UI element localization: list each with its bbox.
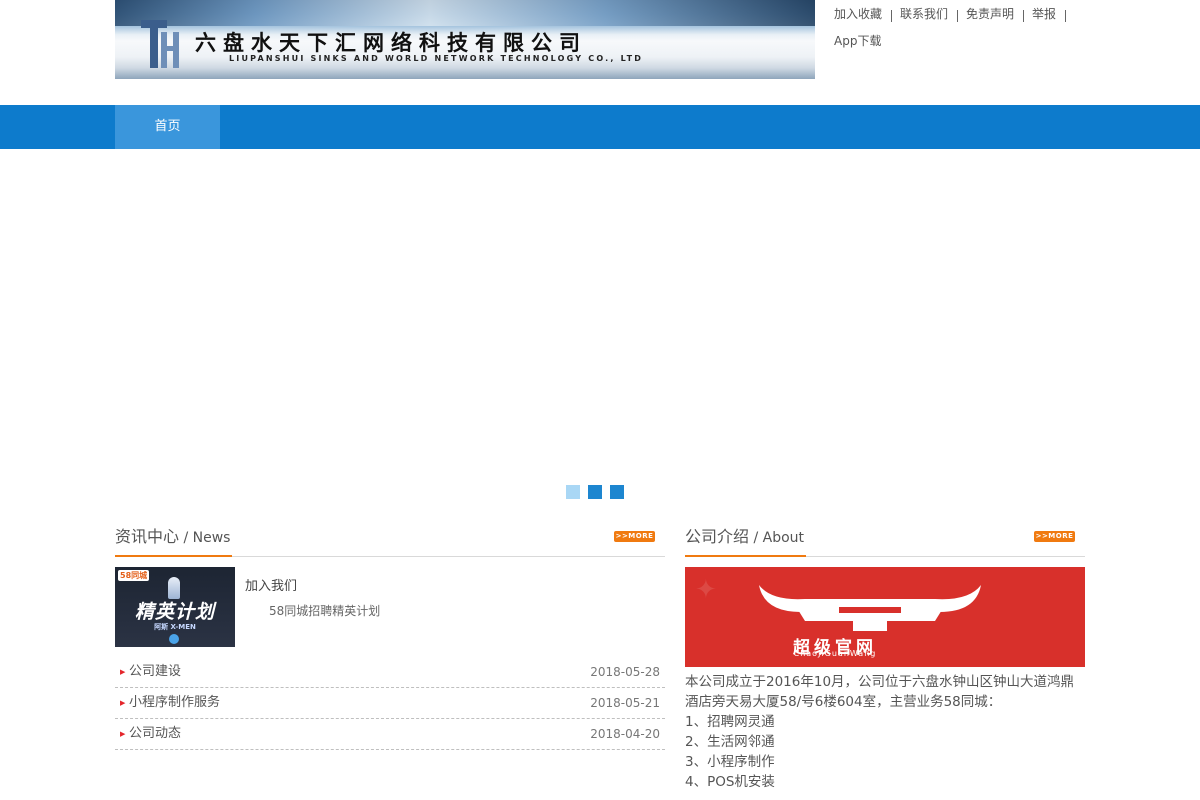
news-item-date: 2018-04-20 [590, 727, 660, 741]
featured-news-title[interactable]: 加入我们 [245, 575, 297, 594]
nav-item-home[interactable]: 首页 [115, 105, 220, 149]
contact-us-link[interactable]: 联系我们 [900, 6, 948, 22]
banner-sky-strip [115, 0, 815, 26]
list-item[interactable]: ▶ 公司建设 2018-05-28 [115, 657, 665, 688]
slider-pagination [566, 485, 624, 499]
about-line: 2、生活网邻通 [685, 734, 775, 750]
about-line: 4、POS机安装 [685, 774, 775, 790]
slider-dot-2[interactable] [588, 485, 602, 499]
news-item-title[interactable]: 公司动态 [129, 726, 181, 741]
divider [1023, 10, 1025, 22]
slider-dot-1[interactable] [566, 485, 580, 499]
bullet-arrow-icon: ▶ [120, 668, 126, 676]
news-section: 资讯中心 / News >>MORE 58同城 精英计划 阿斯 X-MEN 加入… [115, 526, 665, 750]
news-header: 资讯中心 / News >>MORE [115, 526, 665, 557]
news-title-cn: 资讯中心 [115, 527, 180, 546]
news-title-en: / News [179, 530, 231, 546]
news-title: 资讯中心 / News [115, 526, 233, 557]
app-download-link[interactable]: App下载 [834, 33, 881, 49]
about-image-pinyin: ChaoJiGuanWang [793, 649, 877, 658]
divider [1065, 10, 1067, 22]
featured-image-badge: 58同城 [118, 570, 150, 581]
add-favorite-link[interactable]: 加入收藏 [834, 6, 882, 22]
list-item[interactable]: ▶ 小程序制作服务 2018-05-21 [115, 688, 665, 719]
news-item-title[interactable]: 公司建设 [129, 664, 181, 679]
about-title-en: / About [749, 530, 805, 546]
about-title: 公司介绍 / About [685, 526, 807, 557]
company-name-cn: 六盘水天下汇网络科技有限公司 [195, 30, 587, 55]
company-logo-icon [141, 20, 179, 68]
header-banner: 六盘水天下汇网络科技有限公司 LIUPANSHUI SINKS AND WORL… [115, 0, 815, 79]
about-more-button[interactable]: >>MORE [1034, 531, 1075, 542]
about-paragraph: 本公司成立于2016年10月，公司位于六盘水钟山区钟山大道鸿鼎酒店旁天易大厦58… [685, 674, 1075, 710]
about-text: 本公司成立于2016年10月，公司位于六盘水钟山区钟山大道鸿鼎酒店旁天易大厦58… [685, 672, 1085, 792]
list-item[interactable]: ▶ 公司动态 2018-04-20 [115, 719, 665, 750]
report-link[interactable]: 举报 [1032, 6, 1056, 22]
news-item-date: 2018-05-28 [590, 665, 660, 679]
about-line: 3、小程序制作 [685, 754, 775, 770]
featured-image-subtext: 阿斯 X-MEN [154, 623, 196, 631]
divider [891, 10, 893, 22]
background-pattern: ✦ [695, 575, 717, 605]
top-links: 加入收藏 联系我们 免责声明 举报 App下载 [834, 6, 1094, 49]
bullet-arrow-icon: ▶ [120, 699, 126, 707]
about-image[interactable]: ✦ 超级官网 ChaoJiGuanWang [685, 567, 1085, 667]
about-header: 公司介绍 / About >>MORE [685, 526, 1085, 557]
main-nav: 首页 [0, 105, 1200, 149]
bullet-arrow-icon: ▶ [120, 730, 126, 738]
about-title-cn: 公司介绍 [685, 527, 750, 546]
circle-icon [169, 634, 179, 644]
person-figure-icon [168, 577, 180, 599]
bull-head-logo-icon [759, 585, 981, 631]
featured-news-desc: 58同城招聘精英计划 [269, 604, 381, 618]
divider [957, 10, 959, 22]
about-section: 公司介绍 / About >>MORE ✦ 超级官网 ChaoJiGuanWan… [685, 526, 1085, 790]
disclaimer-link[interactable]: 免责声明 [966, 6, 1014, 22]
featured-news-image[interactable]: 58同城 精英计划 阿斯 X-MEN [115, 567, 235, 647]
news-item-title[interactable]: 小程序制作服务 [129, 695, 220, 710]
about-line: 1、招聘网灵通 [685, 714, 775, 730]
news-item-date: 2018-05-21 [590, 696, 660, 710]
slider-dot-3[interactable] [610, 485, 624, 499]
company-name-en: LIUPANSHUI SINKS AND WORLD NETWORK TECHN… [229, 54, 644, 63]
news-more-button[interactable]: >>MORE [614, 531, 655, 542]
featured-image-text: 精英计划 [134, 601, 215, 623]
news-list: ▶ 公司建设 2018-05-28 ▶ 小程序制作服务 2018-05-21 ▶… [115, 657, 665, 750]
